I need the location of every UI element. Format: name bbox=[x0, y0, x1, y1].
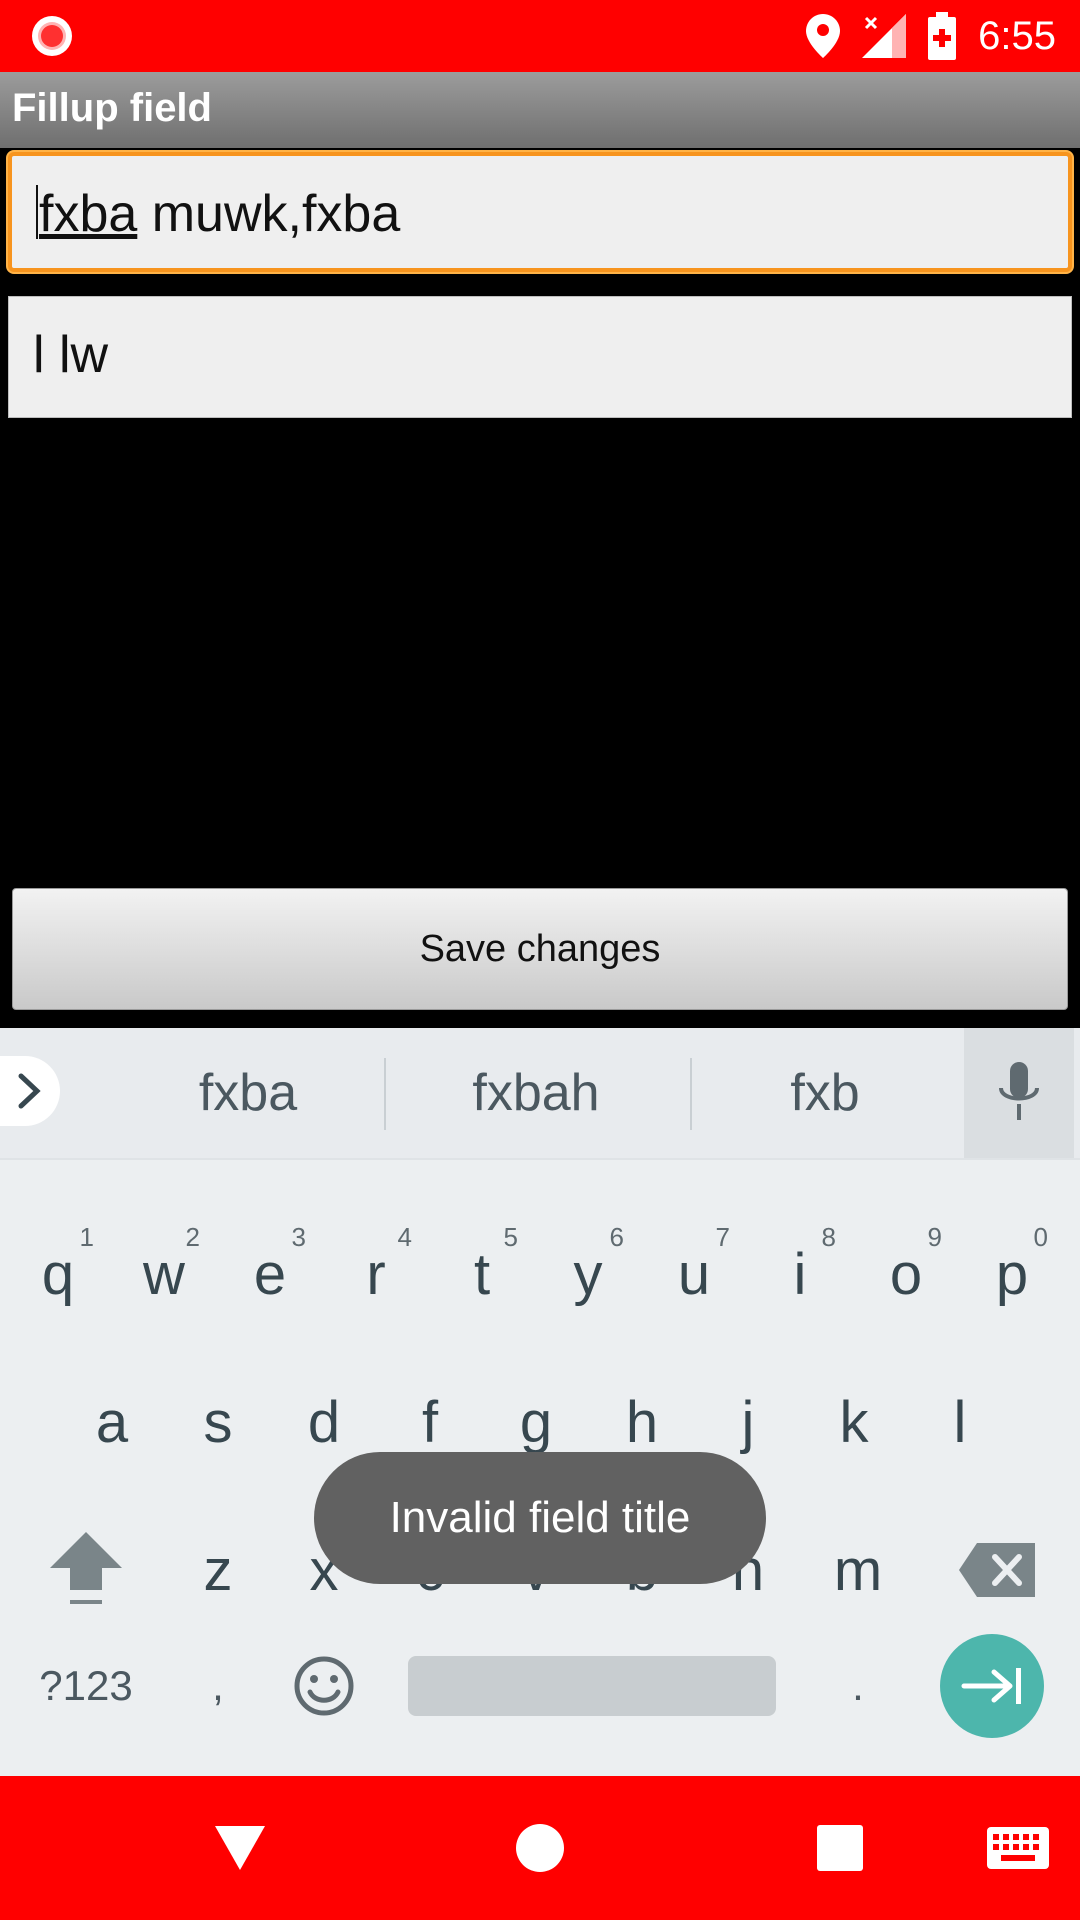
key-label: w bbox=[143, 1241, 185, 1307]
save-button-label: Save changes bbox=[419, 927, 661, 970]
soft-keyboard: fxba fxbah fxb q1 w2 e3 r4 t5 y6 u7 i8 o… bbox=[0, 1028, 1080, 1776]
recents-button[interactable] bbox=[804, 1812, 876, 1884]
keyboard-icon bbox=[987, 1827, 1049, 1869]
key-label: u bbox=[677, 1241, 711, 1307]
key-p[interactable]: p0 bbox=[962, 1214, 1062, 1334]
toast-text: Invalid field title bbox=[389, 1493, 691, 1542]
key-s[interactable]: s bbox=[168, 1362, 268, 1482]
space-key[interactable] bbox=[408, 1656, 776, 1716]
backspace-key[interactable] bbox=[942, 1510, 1052, 1630]
key-label: r bbox=[366, 1241, 386, 1307]
key-label: p bbox=[995, 1241, 1029, 1307]
key-q[interactable]: q1 bbox=[8, 1214, 108, 1334]
comma-key[interactable]: , bbox=[168, 1626, 268, 1746]
status-bar: 6:55 bbox=[0, 0, 1080, 72]
key-hint: 4 bbox=[397, 1222, 412, 1252]
voice-input-button[interactable] bbox=[964, 1028, 1074, 1158]
key-i[interactable]: i8 bbox=[750, 1214, 850, 1334]
home-button[interactable] bbox=[504, 1812, 576, 1884]
battery-icon bbox=[928, 12, 957, 60]
status-time: 6:55 bbox=[978, 13, 1056, 58]
toast-message: Invalid field title bbox=[314, 1452, 766, 1584]
key-label: y bbox=[573, 1241, 603, 1307]
key-t[interactable]: t5 bbox=[432, 1214, 532, 1334]
key-label: t bbox=[473, 1241, 491, 1307]
key-a[interactable]: a bbox=[62, 1362, 162, 1482]
symbols-key[interactable]: ?123 bbox=[24, 1626, 148, 1746]
key-hint: 5 bbox=[503, 1222, 518, 1252]
expand-suggestions-button[interactable] bbox=[0, 1056, 60, 1126]
suggestion-divider bbox=[690, 1058, 692, 1130]
key-label: e bbox=[253, 1241, 287, 1307]
key-l[interactable]: l bbox=[910, 1362, 1010, 1482]
shift-icon bbox=[50, 1532, 122, 1604]
back-icon bbox=[215, 1826, 265, 1870]
navigation-bar bbox=[0, 1776, 1080, 1920]
key-hint: 2 bbox=[185, 1222, 200, 1252]
page-title: Fillup field bbox=[12, 86, 212, 130]
enter-arrow-icon bbox=[961, 1668, 1021, 1704]
emoji-icon bbox=[294, 1656, 354, 1716]
key-hint: 9 bbox=[927, 1222, 942, 1252]
emoji-key[interactable] bbox=[274, 1626, 374, 1746]
save-button[interactable]: Save changes bbox=[12, 888, 1068, 1010]
period-key[interactable]: . bbox=[808, 1626, 908, 1746]
key-label: i bbox=[793, 1241, 807, 1307]
enter-key[interactable] bbox=[940, 1634, 1044, 1738]
key-label: o bbox=[889, 1241, 923, 1307]
key-hint: 0 bbox=[1033, 1222, 1048, 1252]
key-r[interactable]: r4 bbox=[326, 1214, 426, 1334]
key-hint: 7 bbox=[715, 1222, 730, 1252]
suggestion-divider bbox=[384, 1058, 386, 1130]
key-o[interactable]: o9 bbox=[856, 1214, 956, 1334]
back-button[interactable] bbox=[204, 1812, 276, 1884]
key-hint: 3 bbox=[291, 1222, 306, 1252]
title-bar: Fillup field bbox=[0, 72, 1080, 148]
field-title-input[interactable]: fxba muwk,fxba bbox=[8, 152, 1072, 272]
suggestion-3[interactable]: fxb bbox=[710, 1056, 940, 1130]
signal-icon bbox=[862, 14, 907, 58]
key-y[interactable]: y6 bbox=[538, 1214, 638, 1334]
key-m[interactable]: m bbox=[808, 1510, 908, 1630]
recents-icon bbox=[817, 1825, 863, 1871]
keyboard-switch-button[interactable] bbox=[982, 1812, 1054, 1884]
key-hint: 8 bbox=[821, 1222, 836, 1252]
field-title-rest: muwk,fxba bbox=[137, 185, 401, 243]
chevron-right-icon bbox=[18, 1073, 41, 1109]
shift-key[interactable] bbox=[36, 1510, 136, 1630]
key-w[interactable]: w2 bbox=[114, 1214, 214, 1334]
key-k[interactable]: k bbox=[804, 1362, 904, 1482]
suggestion-strip: fxba fxbah fxb bbox=[0, 1028, 1080, 1160]
field-title-text: fxba muwk,fxba bbox=[36, 184, 400, 244]
key-u[interactable]: u7 bbox=[644, 1214, 744, 1334]
text-cursor bbox=[36, 185, 38, 239]
key-label: q bbox=[41, 1241, 75, 1307]
status-icons: 6:55 bbox=[806, 0, 1056, 72]
key-z[interactable]: z bbox=[168, 1510, 268, 1630]
backspace-icon bbox=[959, 1543, 1035, 1597]
suggestion-1[interactable]: fxba bbox=[130, 1056, 366, 1130]
record-icon bbox=[32, 16, 72, 56]
location-icon bbox=[806, 14, 841, 58]
field-value-input[interactable]: l lw bbox=[8, 296, 1072, 418]
suggestion-2[interactable]: fxbah bbox=[420, 1056, 652, 1130]
key-e[interactable]: e3 bbox=[220, 1214, 320, 1334]
key-hint: 1 bbox=[79, 1222, 94, 1252]
composing-word: fxba bbox=[39, 185, 138, 243]
field-value-text: l lw bbox=[33, 326, 109, 384]
home-icon bbox=[516, 1824, 564, 1872]
mic-icon bbox=[999, 1062, 1039, 1120]
key-hint: 6 bbox=[609, 1222, 624, 1252]
